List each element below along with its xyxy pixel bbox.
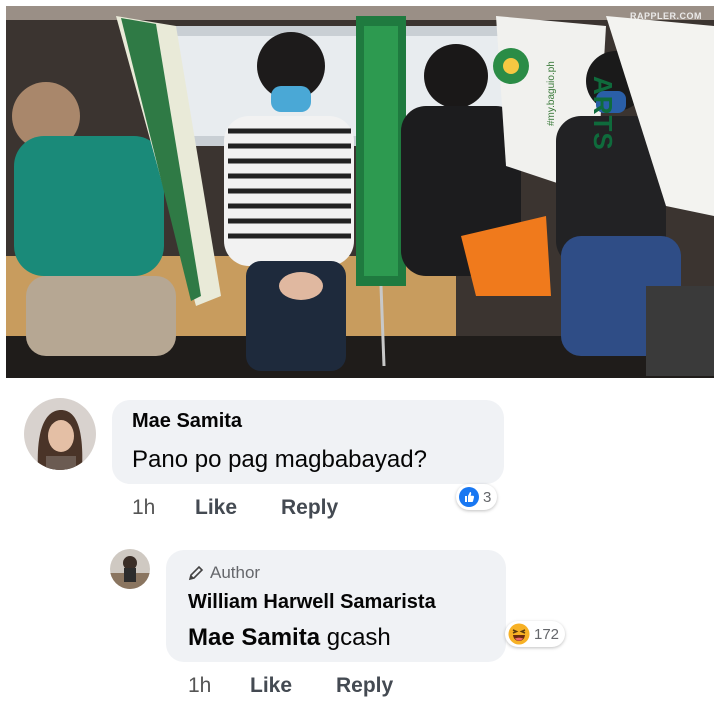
author-badge: Author [188,563,260,583]
comment-timestamp[interactable]: 1h [132,496,155,520]
reply-button[interactable]: Reply [336,674,393,698]
avatar[interactable] [24,398,96,470]
comment-text: Pano po pag magbabayad? [132,446,427,473]
reply-message: gcash [326,624,391,651]
reaction-count-badge[interactable]: 172 [505,621,566,647]
laughing-emoji-icon [508,623,530,645]
avatar[interactable] [110,549,150,589]
comment-author[interactable]: Mae Samita [132,410,242,433]
like-button[interactable]: Like [250,674,292,698]
like-button[interactable]: Like [195,496,237,520]
photo-credit: RAPPLER.COM [629,11,702,21]
reaction-count-badge[interactable]: 3 [456,484,498,510]
reaction-count: 172 [534,625,560,643]
reply-timestamp[interactable]: 1h [188,674,211,698]
banner-hashtag: #my.baguio.ph [546,61,557,126]
reaction-count: 3 [483,488,492,506]
reply-button[interactable]: Reply [281,496,338,520]
pencil-icon [188,565,204,581]
post-photo[interactable]: RAPPLER.COM #my.baguio.ph ARTS [6,6,714,378]
mention-link[interactable]: Mae Samita [188,624,320,651]
author-badge-label: Author [210,563,261,582]
thumbs-up-icon [459,487,479,507]
reply-text: Mae Samita gcash [188,624,391,652]
banner-text: ARTS [588,76,618,151]
reply-author[interactable]: William Harwell Samarista [188,591,436,614]
